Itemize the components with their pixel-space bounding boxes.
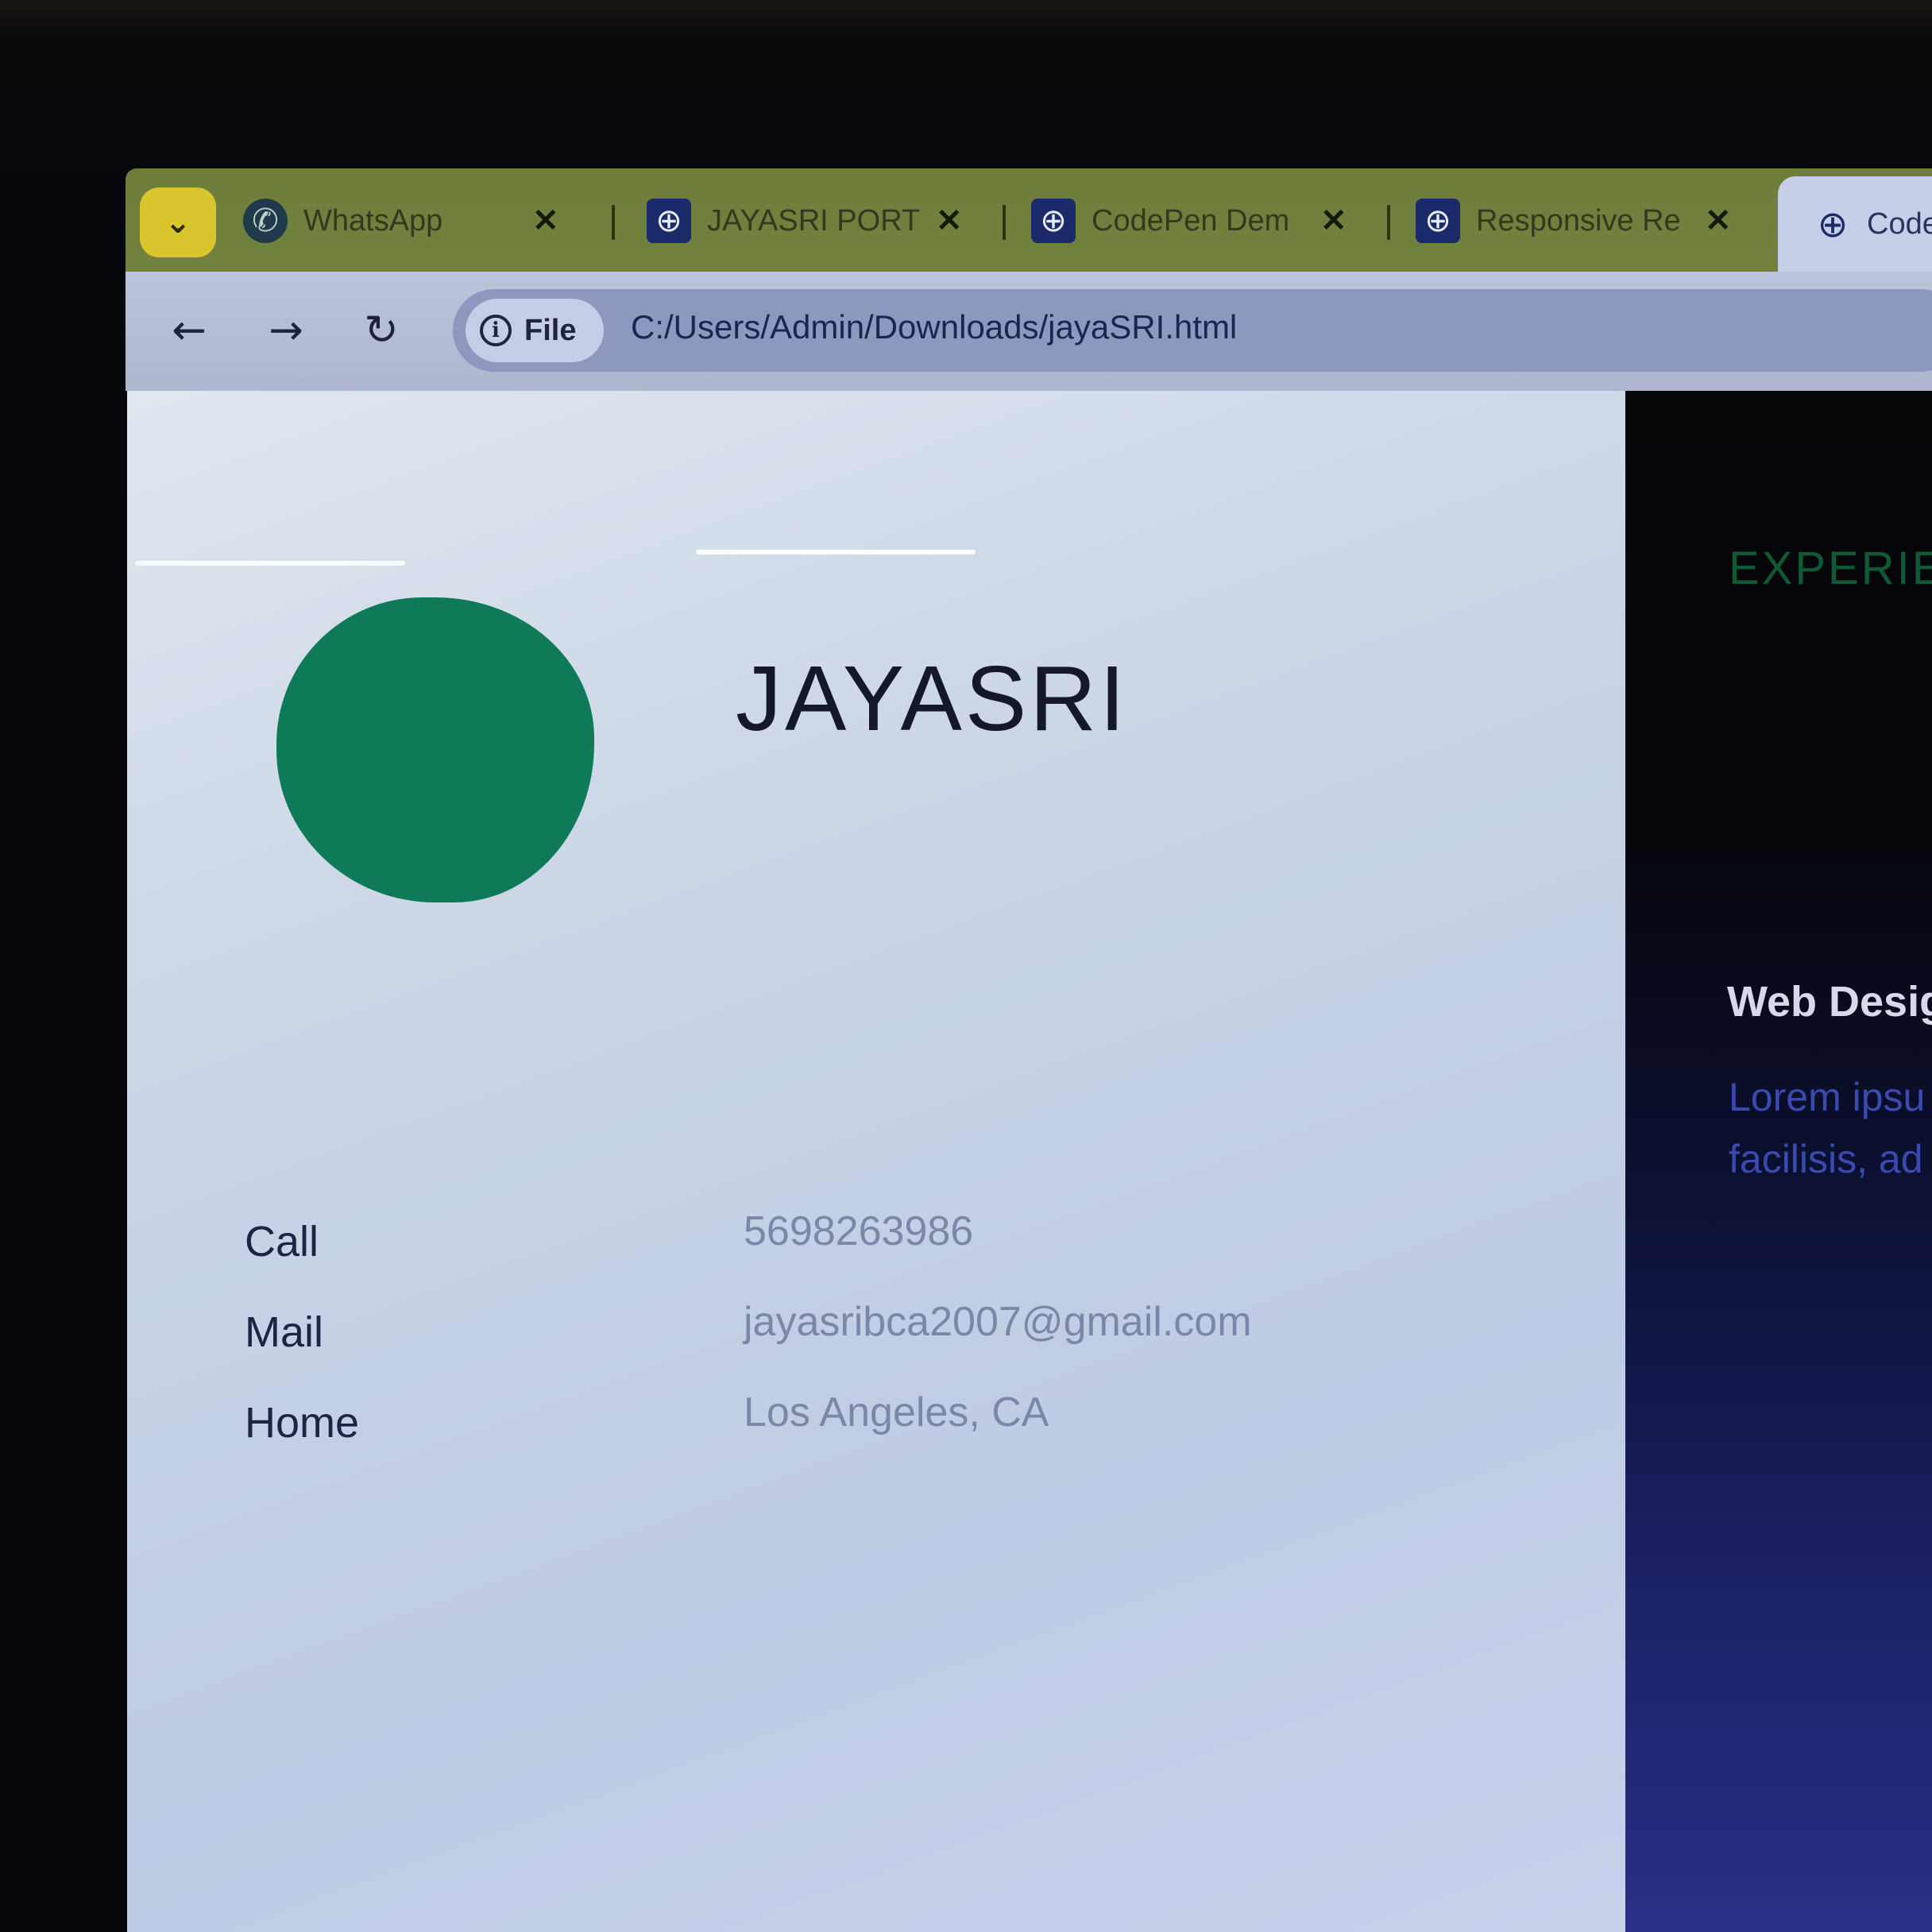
page-viewport: JAYASRI Call 5698263986 Mail jayasribca2… xyxy=(127,391,1932,1932)
tab-whatsapp[interactable]: ✆ WhatsApp ✕ xyxy=(243,183,559,259)
reload-button[interactable]: ↻ xyxy=(357,307,405,354)
tab-title: WhatsApp xyxy=(303,203,443,238)
close-icon[interactable]: ✕ xyxy=(532,203,559,239)
tab-jayasri-portfolio[interactable]: ⊕ JAYASRI PORT ✕ xyxy=(647,183,963,259)
whatsapp-icon: ✆ xyxy=(243,199,288,243)
contact-label: Mail xyxy=(245,1308,324,1356)
contact-value: Los Angeles, CA xyxy=(744,1389,1049,1435)
tab-strip: ⌄ ✆ WhatsApp ✕ ⊕ JAYASRI PORT ✕ ⊕ CodePe… xyxy=(126,168,1932,272)
tab-title: JAYASRI PORT xyxy=(707,203,921,238)
arrow-left-icon: ← xyxy=(172,307,207,354)
close-icon[interactable]: ✕ xyxy=(1320,203,1347,239)
contact-list: Call 5698263986 Mail jayasribca2007@gmai… xyxy=(245,1208,1436,1489)
screen-glare xyxy=(696,550,976,554)
job-description: Lorem ipsu facilisis, ad xyxy=(1729,1066,1932,1190)
job-description-line: Lorem ipsu xyxy=(1729,1075,1926,1119)
chevron-down-icon: ⌄ xyxy=(164,204,191,241)
forward-button[interactable]: → xyxy=(262,307,310,354)
globe-icon: ⊕ xyxy=(647,199,691,243)
reload-icon: ↻ xyxy=(364,307,399,354)
contact-label: Call xyxy=(245,1218,319,1265)
address-bar[interactable]: i File C:/Users/Admin/Downloads/jayaSRI.… xyxy=(453,289,1932,372)
back-button[interactable]: ← xyxy=(165,307,213,354)
browser-toolbar: ← → ↻ i File C:/Users/Admin/Downloads/ja… xyxy=(126,272,1932,391)
experience-panel: EXPERIEN Web Desig Lorem ipsu facilisis,… xyxy=(1625,391,1932,1932)
arrow-right-icon: → xyxy=(269,307,303,354)
tab-divider xyxy=(612,205,615,240)
tab-codepen-demo[interactable]: ⊕ CodePen Dem ✕ xyxy=(1031,183,1347,259)
monitor-frame: ⌄ ✆ WhatsApp ✕ ⊕ JAYASRI PORT ✕ ⊕ CodePe… xyxy=(0,0,1932,1932)
contact-row-home: Home Los Angeles, CA xyxy=(245,1389,1436,1489)
tab-divider xyxy=(1003,205,1006,240)
tab-title: Code xyxy=(1867,207,1932,241)
globe-icon: ⊕ xyxy=(1817,203,1849,245)
contact-value: 5698263986 xyxy=(744,1208,974,1254)
tab-active[interactable]: ⊕ Code xyxy=(1778,176,1932,272)
globe-icon: ⊕ xyxy=(1031,199,1076,243)
info-icon: i xyxy=(480,315,512,346)
job-title: Web Desig xyxy=(1727,978,1932,1026)
job-description-line: facilisis, ad xyxy=(1729,1137,1923,1181)
profile-name: JAYASRI xyxy=(736,647,1129,750)
contact-label: Home xyxy=(245,1399,360,1447)
contact-row-call: Call 5698263986 xyxy=(245,1208,1436,1308)
site-info-chip[interactable]: i File xyxy=(466,299,604,362)
contact-row-mail: Mail jayasribca2007@gmail.com xyxy=(245,1299,1436,1398)
screen-glare xyxy=(135,561,405,566)
tab-responsive[interactable]: ⊕ Responsive Re ✕ xyxy=(1416,183,1732,259)
tab-search-button[interactable]: ⌄ xyxy=(140,187,216,257)
tab-title: Responsive Re xyxy=(1476,203,1681,238)
contact-value: jayasribca2007@gmail.com xyxy=(744,1299,1252,1345)
close-icon[interactable]: ✕ xyxy=(936,203,963,239)
experience-heading: EXPERIEN xyxy=(1729,543,1932,594)
avatar xyxy=(276,597,594,902)
site-info-label: File xyxy=(524,313,577,347)
tab-divider xyxy=(1387,205,1390,240)
url-text[interactable]: C:/Users/Admin/Downloads/jayaSRI.html xyxy=(631,308,1237,346)
profile-panel: JAYASRI Call 5698263986 Mail jayasribca2… xyxy=(127,391,1625,1932)
tab-title: CodePen Dem xyxy=(1092,203,1290,238)
globe-icon: ⊕ xyxy=(1416,199,1460,243)
close-icon[interactable]: ✕ xyxy=(1705,203,1732,239)
